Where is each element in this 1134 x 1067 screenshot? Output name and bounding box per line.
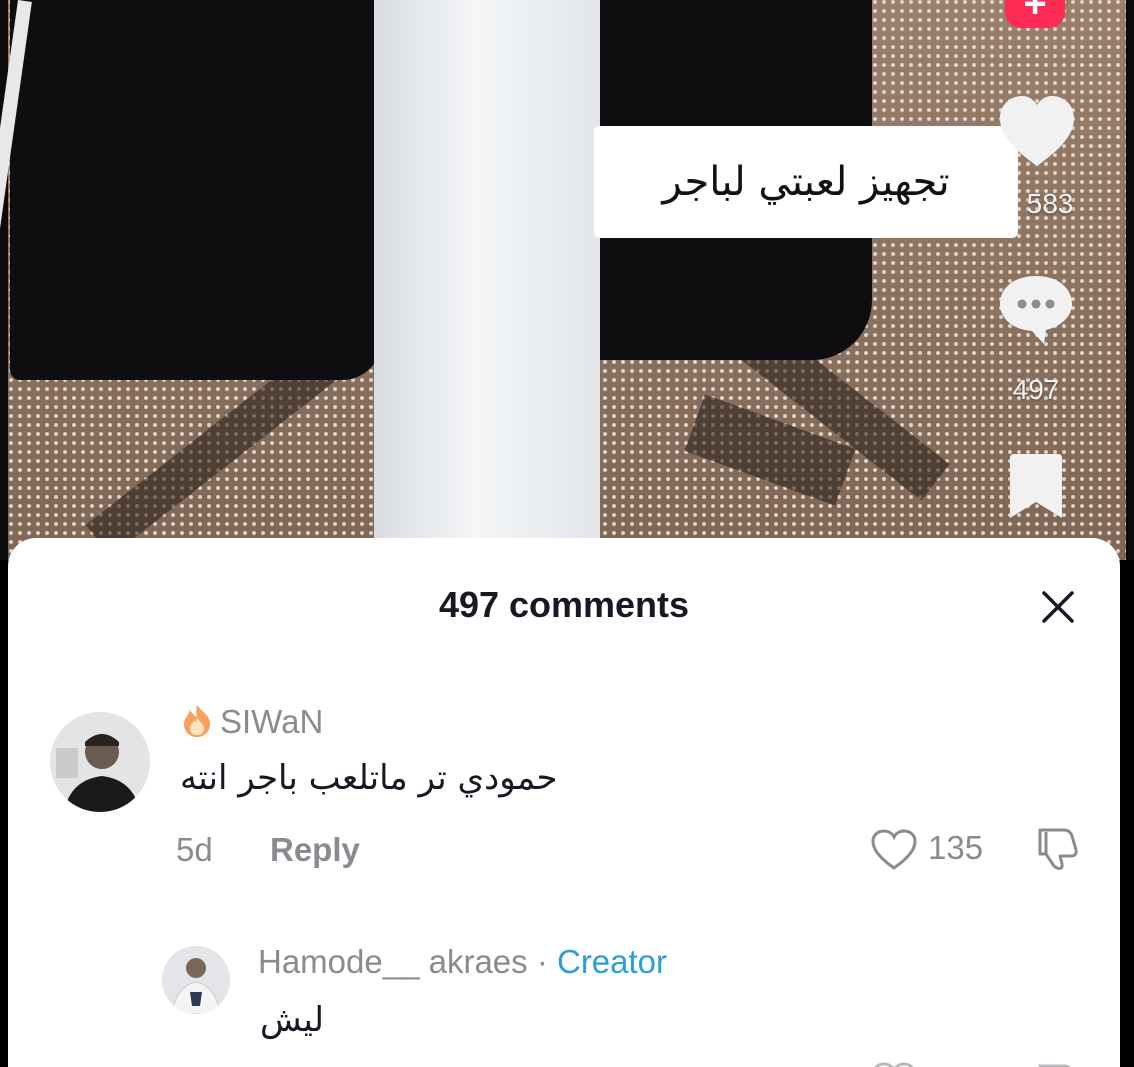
comment-username[interactable]: SIWaN xyxy=(220,703,323,741)
comments-title: 497 comments xyxy=(438,584,690,625)
reply-button[interactable]: Reply xyxy=(270,831,360,869)
white-towel xyxy=(374,0,600,560)
comment-bubble-icon[interactable] xyxy=(994,270,1078,348)
username-separator: · xyxy=(527,943,557,980)
close-icon[interactable] xyxy=(1038,587,1078,627)
dislike-icon[interactable] xyxy=(1032,1058,1082,1067)
creator-badge: Creator xyxy=(556,943,668,980)
heart-outline-icon[interactable] xyxy=(870,1058,918,1067)
creator-avatar[interactable] xyxy=(162,946,230,1014)
like-count: 583 xyxy=(1026,188,1074,219)
video-player[interactable]: تجهيز لعبتي لباجر + 583 497 xyxy=(0,0,1134,560)
comment-age: 5d xyxy=(176,831,213,868)
comment-text: حمودي تر ماتلعب باجر انته xyxy=(180,758,558,798)
heart-icon[interactable] xyxy=(996,92,1078,172)
black-shorts-left xyxy=(10,0,382,380)
comment-like-count: 135 xyxy=(928,829,984,866)
fire-badge-icon xyxy=(184,705,210,737)
creator-avatar-image xyxy=(162,946,230,1014)
comment-count: 497 xyxy=(1012,374,1060,405)
video-caption: تجهيز لعبتي لباجر xyxy=(594,126,1018,238)
creator-username-line: Hamode__ akraes · Creator xyxy=(258,943,667,981)
bookmark-icon[interactable] xyxy=(1004,452,1068,522)
creator-username[interactable]: Hamode__ akraes xyxy=(258,943,528,980)
heart-outline-icon[interactable] xyxy=(870,828,918,872)
dislike-icon[interactable] xyxy=(1032,824,1082,872)
comments-sheet: 497 comments SIWaN حمودي تر ماتلعب باجر … xyxy=(8,538,1120,1067)
follow-plus-button[interactable]: + xyxy=(1005,0,1065,28)
avatar[interactable] xyxy=(50,712,150,812)
user-avatar-image xyxy=(50,712,150,812)
reply-text: ليش xyxy=(260,1000,324,1040)
video-right-edge xyxy=(1126,0,1134,560)
